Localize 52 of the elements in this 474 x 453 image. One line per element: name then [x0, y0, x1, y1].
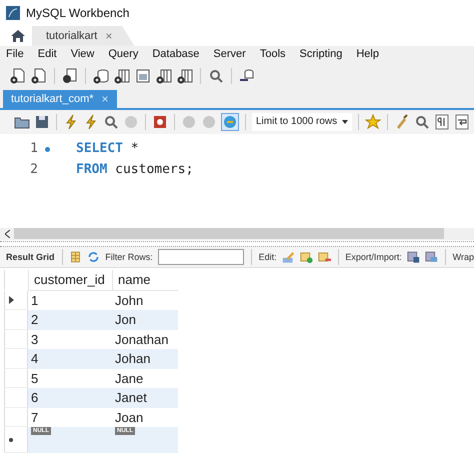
table-cell: Johan: [112, 349, 178, 368]
table-cell: 2: [28, 310, 112, 330]
code-line: SELECT *: [76, 141, 139, 156]
table-plus-icon[interactable]: [177, 68, 193, 84]
lightning-icon[interactable]: [63, 114, 79, 130]
table-plus-icon[interactable]: [114, 68, 130, 84]
wrap-icon[interactable]: [454, 114, 470, 130]
menu-item[interactable]: Tools: [256, 48, 291, 60]
magnifier-icon[interactable]: [103, 114, 119, 130]
line-number: 1: [0, 141, 52, 156]
scrollbar-thumb[interactable]: [14, 228, 444, 240]
scroll-left-icon[interactable]: [4, 230, 10, 238]
menu-item[interactable]: File: [3, 48, 29, 60]
filter-field[interactable]: [158, 248, 244, 265]
database-plus-icon[interactable]: [93, 68, 109, 84]
export-label: Export/Import:: [345, 252, 402, 262]
column-header[interactable]: name: [112, 270, 178, 290]
home-icon: [11, 30, 25, 42]
pilcrow-icon[interactable]: [434, 114, 450, 130]
magnifier-icon[interactable]: [208, 68, 224, 84]
document-plus-icon[interactable]: [31, 68, 47, 84]
window-icon[interactable]: [135, 68, 151, 84]
menu-item[interactable]: Server: [210, 48, 251, 60]
stop-sign-icon[interactable]: [152, 114, 168, 130]
menu-item[interactable]: Database: [149, 48, 204, 60]
star-icon[interactable]: [365, 114, 381, 130]
table-cell: Janet: [112, 388, 178, 408]
table-plus-icon[interactable]: [156, 68, 172, 84]
menu-item[interactable]: Help: [353, 48, 384, 60]
document-plus-icon[interactable]: [10, 68, 26, 84]
menu-item[interactable]: Scripting: [296, 48, 348, 60]
edit-label: Edit:: [258, 252, 277, 262]
wrap-label: Wrap: [452, 252, 474, 262]
caret-icon: [342, 120, 348, 124]
window-title: MySQL Workbench: [26, 6, 130, 20]
filter-label: Filter Rows:: [105, 252, 153, 262]
table-cell: Jon: [112, 310, 178, 330]
column-header[interactable]: customer_id: [28, 270, 112, 290]
connection-tab[interactable]: tutorialkart ×: [32, 26, 134, 46]
menu-item[interactable]: Query: [105, 48, 144, 60]
result-grid-label[interactable]: Result Grid: [6, 252, 55, 262]
current-row-icon: [9, 296, 14, 304]
table-cell: 6: [28, 388, 112, 408]
limit-dropdown[interactable]: Limit to 1000 rows: [252, 112, 352, 131]
app-logo-icon: [6, 6, 20, 20]
menu-item[interactable]: View: [68, 48, 100, 60]
code-line: FROM customers;: [76, 162, 194, 178]
menu-item[interactable]: Edit: [34, 48, 62, 60]
magnifier-icon[interactable]: [414, 114, 430, 130]
grid-icon[interactable]: [69, 248, 82, 265]
table-cell: 4: [28, 349, 112, 368]
new-row-icon: [9, 438, 13, 442]
